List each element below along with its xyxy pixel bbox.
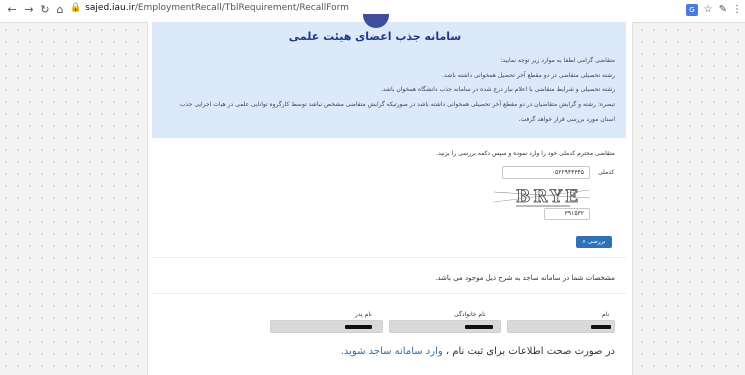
note-line: رشته تحصیلی و شرایط متقاضی با اعلام نیاز… — [380, 86, 615, 93]
reload-icon[interactable]: ↻ — [38, 3, 52, 16]
translate-icon[interactable]: G — [686, 4, 698, 16]
search-icon: ⌕ — [582, 238, 586, 245]
captcha-text: BRYE — [516, 187, 581, 207]
menu-icon[interactable]: ⋮ — [731, 4, 743, 15]
footer-message: در صورت صحت اطلاعات برای ثبت نام ، — [445, 346, 615, 357]
note-line: رشته تحصیلی متقاضی در دو مقطع آخر تحصیل … — [442, 72, 615, 79]
divider — [152, 293, 626, 294]
captcha-image: BRYE — [493, 184, 591, 210]
divider — [152, 257, 626, 258]
forward-icon[interactable]: → — [22, 3, 36, 16]
name-label: نام — [602, 311, 610, 318]
national-code-input[interactable]: ۰۵۲۲۹۴۴۳۴۵ — [502, 166, 590, 179]
check-button[interactable]: ⌕ بررسی — [576, 236, 612, 248]
redaction-bar — [345, 325, 372, 329]
url-host: sajed.iau.ir — [85, 3, 135, 13]
captcha-graphic: BRYE — [493, 187, 591, 207]
note-line: تبصره: رشته و گرایش متقاضیان در دو مقطع … — [179, 101, 615, 108]
redaction-bar — [465, 325, 493, 329]
footer-text: در صورت صحت اطلاعات برای ثبت نام ، وارد … — [341, 346, 615, 357]
page-title: سامانه جذب اعضای هیئت علمی — [288, 30, 462, 43]
lock-icon: 🔒 — [70, 3, 82, 13]
url-path: /EmploymentRecall/TblRequirement/RecallF… — [134, 3, 349, 13]
back-icon[interactable]: ← — [5, 3, 19, 16]
instruction-text: متقاضی محترم کدملی خود را وارد نموده و س… — [436, 150, 615, 157]
address-bar[interactable]: 🔒 sajed.iau.ir/EmploymentRecall/TblRequir… — [70, 3, 349, 13]
check-button-label: بررسی — [587, 238, 606, 245]
captcha-input[interactable]: ۳۹۱۵۳۲ — [544, 208, 590, 220]
national-code-label: کدملی — [598, 169, 615, 176]
star-icon[interactable]: ☆ — [702, 4, 714, 15]
redaction-bar — [591, 325, 611, 329]
extension-icon[interactable]: ✎ — [717, 4, 729, 15]
note-line: استان مورد بررسی قرار خواهد گرفت. — [518, 116, 615, 123]
father-name-label: نام پدر — [355, 311, 372, 318]
home-icon[interactable]: ⌂ — [53, 3, 67, 16]
note-line: متقاضی گرامی لطفا به موارد زیر توجه نمای… — [500, 57, 615, 64]
lastname-label: نام خانوادگی — [454, 311, 486, 318]
sajed-login-link[interactable]: وارد سامانه ساجد شوید. — [341, 346, 443, 357]
info-text: مشخصات شما در سامانه ساجد به شرح ذیل موج… — [435, 274, 615, 282]
